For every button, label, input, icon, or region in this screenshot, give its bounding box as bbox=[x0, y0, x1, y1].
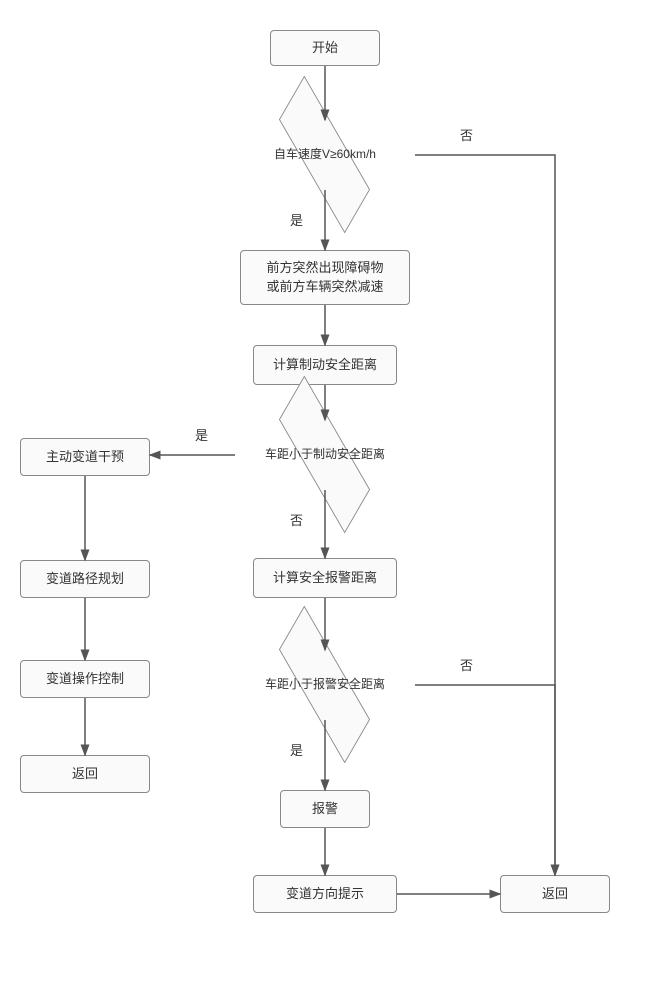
label-d2-no: 否 bbox=[290, 510, 303, 529]
return-left-node: 返回 bbox=[20, 755, 150, 793]
active-lane-node: 主动变道干预 bbox=[20, 438, 150, 476]
obstacle-node: 前方突然出现障碍物 或前方车辆突然减速 bbox=[240, 250, 410, 305]
lane-hint-node: 变道方向提示 bbox=[253, 875, 397, 913]
alarm-node: 报警 bbox=[280, 790, 370, 828]
label-d2-yes: 是 bbox=[195, 425, 208, 444]
lane-ctrl-node: 变道操作控制 bbox=[20, 660, 150, 698]
decision-speed: 自车速度V≥60km/h bbox=[235, 120, 415, 190]
calc-brake-node: 计算制动安全距离 bbox=[253, 345, 397, 385]
start-node: 开始 bbox=[270, 30, 380, 66]
decision-brake: 车距小于制动安全距离 bbox=[235, 420, 415, 490]
return-right-node: 返回 bbox=[500, 875, 610, 913]
label-d3-yes: 是 bbox=[290, 740, 303, 759]
label-d1-yes: 是 bbox=[290, 210, 303, 229]
decision-alarm: 车距小于报警安全距离 bbox=[235, 650, 415, 720]
decision-alarm-text: 车距小于报警安全距离 bbox=[245, 677, 405, 693]
lane-plan-node: 变道路径规划 bbox=[20, 560, 150, 598]
decision-brake-text: 车距小于制动安全距离 bbox=[245, 447, 405, 463]
calc-alarm-node: 计算安全报警距离 bbox=[253, 558, 397, 598]
label-d3-no: 否 bbox=[460, 655, 473, 674]
decision-speed-text: 自车速度V≥60km/h bbox=[254, 147, 396, 163]
label-d1-no: 否 bbox=[460, 125, 473, 144]
